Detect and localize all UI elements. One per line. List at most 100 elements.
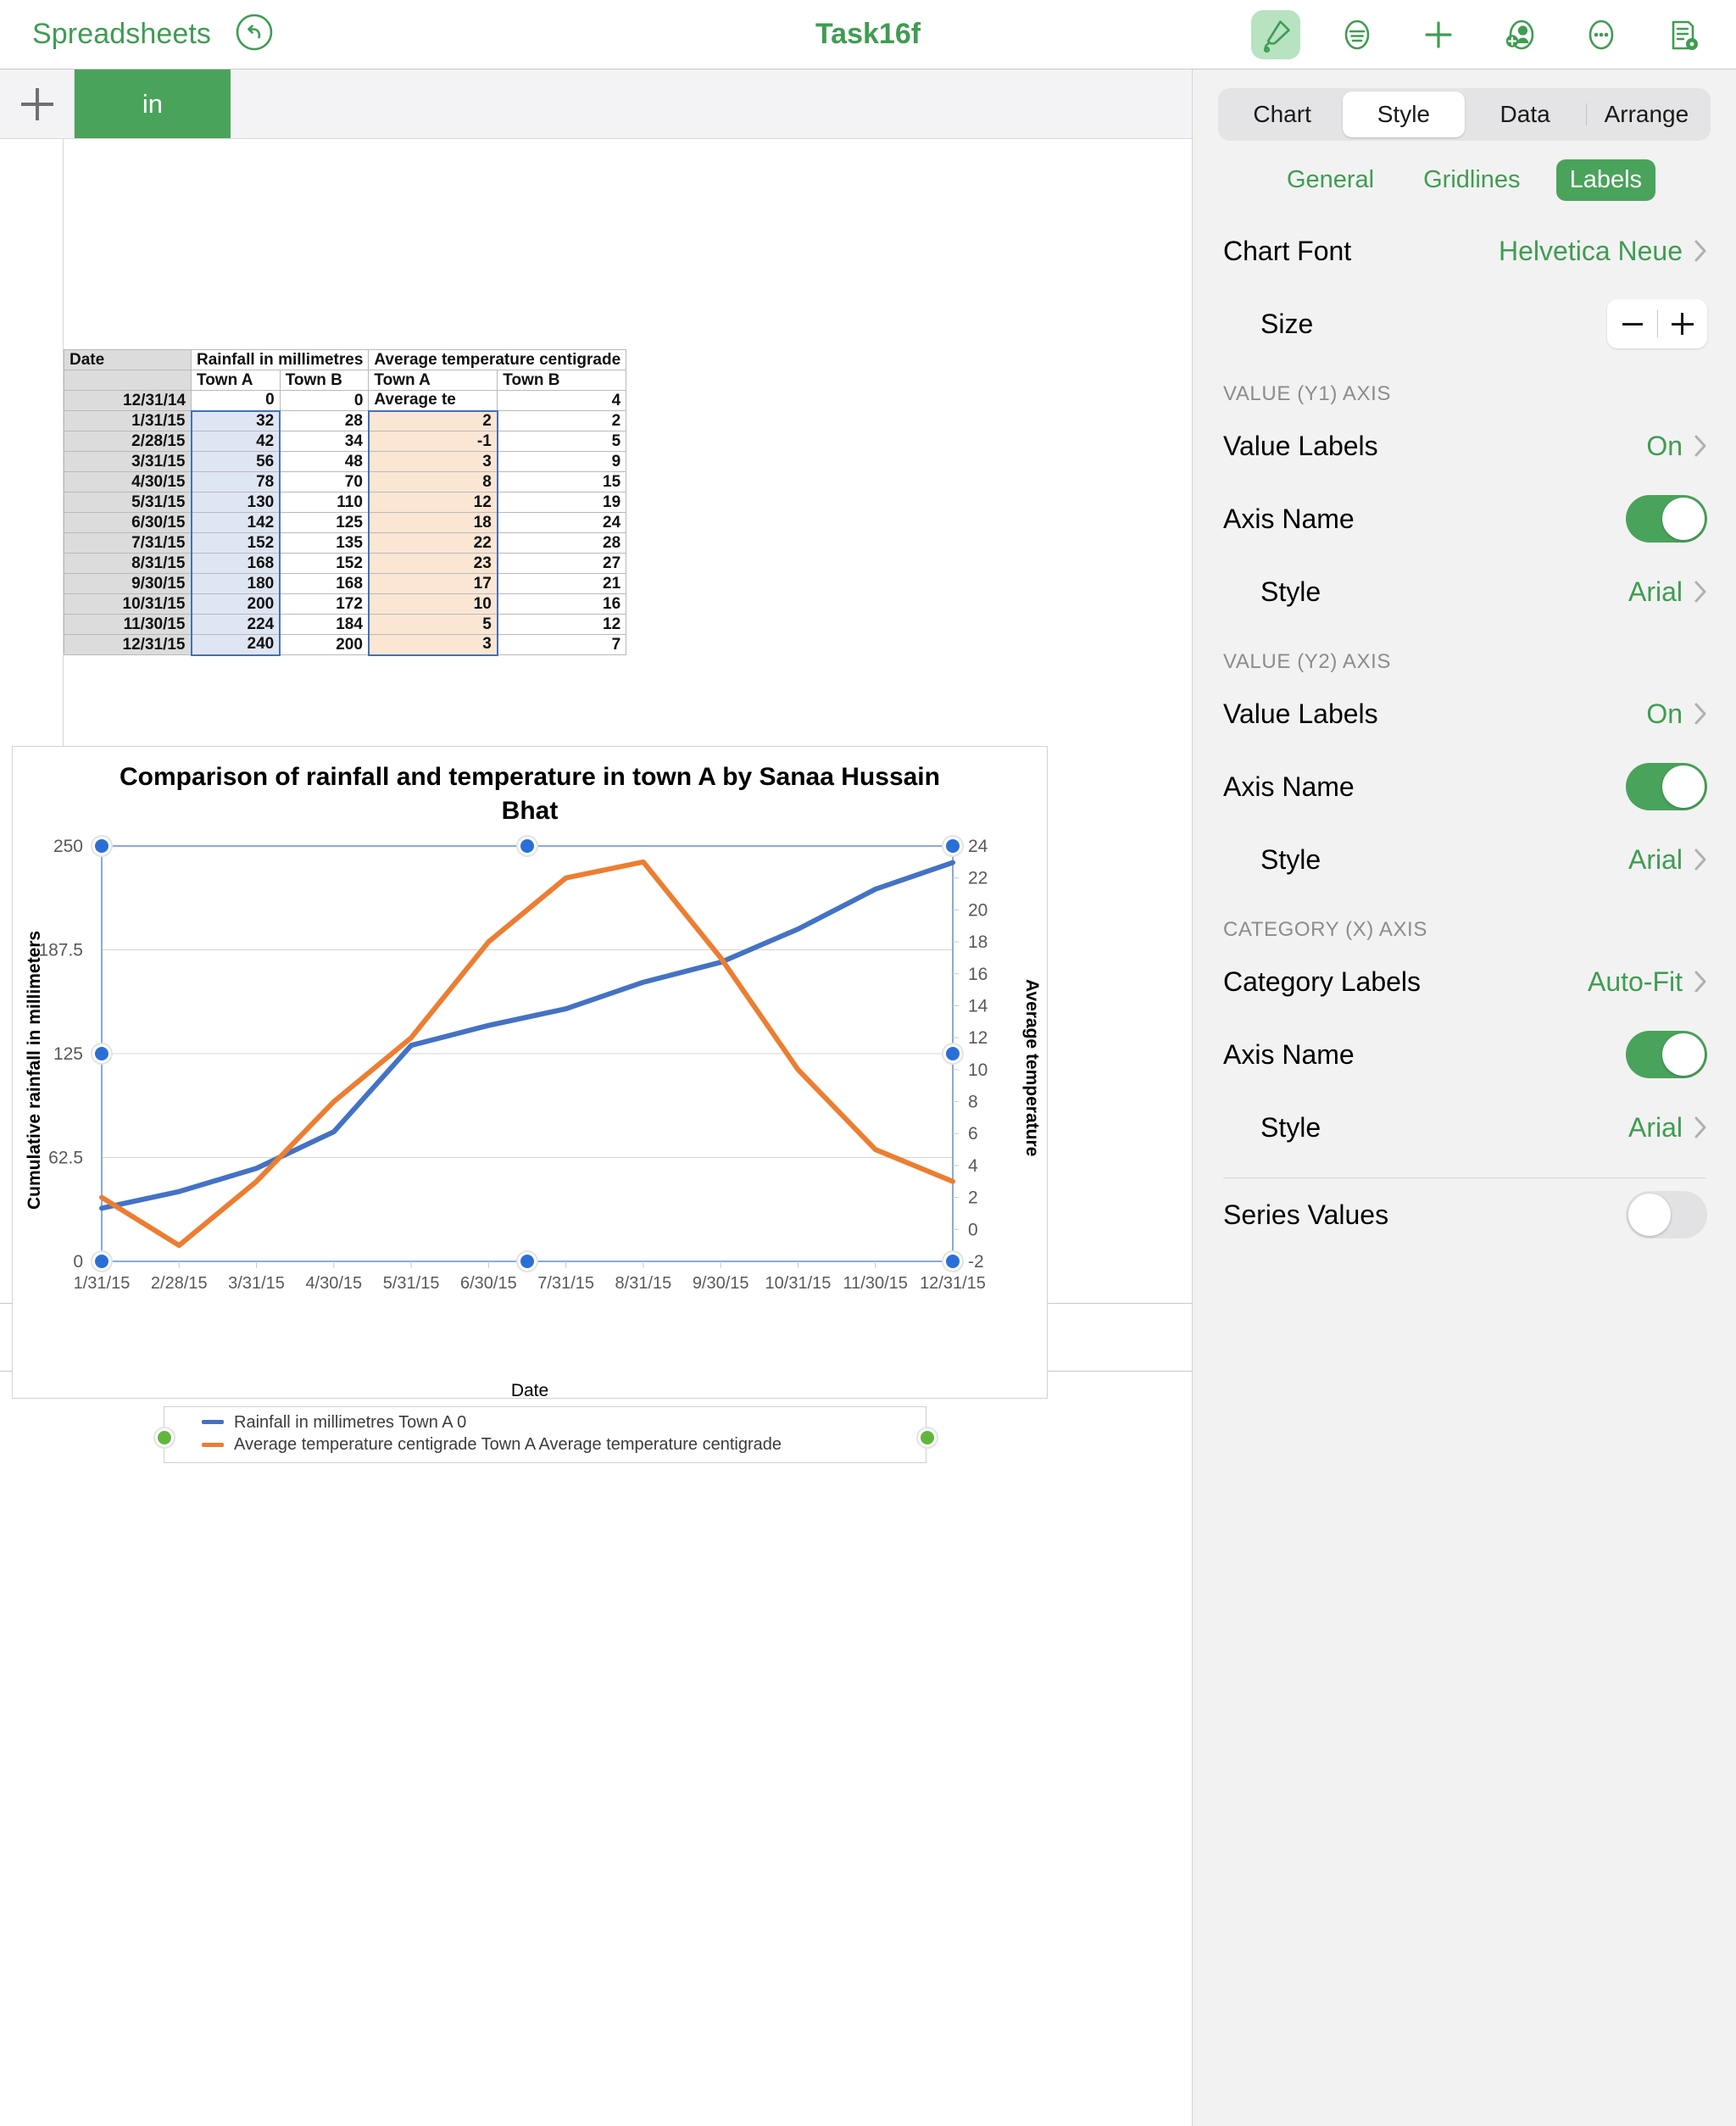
selection-handle-axis-mid-right[interactable] (942, 1042, 964, 1065)
row-y2-value-labels[interactable]: Value Labels On (1193, 677, 1736, 750)
table-row[interactable]: 12/31/15 240 200 3 7 (64, 634, 627, 656)
cell-rain-b[interactable]: 48 (279, 451, 370, 472)
cell-rain-b[interactable]: 135 (279, 532, 370, 554)
series-values-toggle[interactable] (1626, 1191, 1707, 1238)
cell-temp-b[interactable]: 24 (497, 512, 627, 533)
cell-rain-b[interactable]: 184 (279, 614, 370, 635)
cell-date[interactable]: 11/30/15 (64, 614, 192, 635)
subtab-labels[interactable]: Labels (1555, 159, 1656, 201)
document-options-icon[interactable] (1658, 10, 1707, 59)
selection-handle-axis-bottom[interactable] (91, 1249, 113, 1272)
subtab-general[interactable]: General (1273, 159, 1388, 201)
subtab-gridlines[interactable]: Gridlines (1410, 159, 1533, 201)
cell-rain-b[interactable]: 34 (279, 431, 370, 452)
cell-temp-b[interactable]: 4 (497, 390, 627, 411)
cell-temp-b[interactable]: 5 (497, 431, 627, 452)
undo-icon[interactable] (235, 13, 274, 56)
row-category-labels[interactable]: Category Labels Auto-Fit (1193, 945, 1736, 1018)
cell-rain-b[interactable]: 172 (279, 593, 370, 615)
insert-paragraph-icon[interactable] (1333, 10, 1382, 59)
cell-temp-b[interactable]: 12 (497, 614, 627, 635)
table-row[interactable]: 6/30/15 142 125 18 24 (64, 512, 627, 533)
cell-rain-b[interactable]: 200 (279, 634, 370, 655)
cell-rain-a[interactable]: 142 (190, 512, 281, 533)
back-to-spreadsheets-button[interactable]: Spreadsheets (32, 18, 211, 51)
tab-chart[interactable]: Chart (1221, 92, 1343, 137)
cell-temp-a[interactable]: 17 (367, 573, 498, 594)
cell-date[interactable]: 10/31/15 (64, 593, 192, 615)
cell-temp-a[interactable]: 8 (367, 471, 498, 493)
cell-date[interactable]: 6/30/15 (64, 512, 192, 533)
add-sheet-button[interactable] (0, 70, 75, 138)
selection-handle-axis-bottom-center[interactable] (516, 1249, 538, 1272)
cell-rain-a[interactable]: 180 (190, 573, 281, 594)
add-icon[interactable] (1414, 10, 1463, 59)
cell-rain-a[interactable]: 152 (190, 532, 281, 554)
collaborate-add-person-icon[interactable] (1495, 10, 1544, 59)
cell-rain-b[interactable]: 70 (279, 471, 370, 493)
table-row[interactable]: 5/31/15 130 110 12 19 (64, 492, 627, 513)
cell-temp-b[interactable]: 9 (497, 451, 627, 472)
table-row[interactable]: 12/31/14 0 0 Average te 4 (64, 390, 627, 411)
cell-temp-a[interactable]: -1 (367, 431, 498, 452)
legend-handle-left[interactable] (153, 1426, 175, 1449)
cell-rain-a[interactable]: 42 (190, 431, 281, 452)
row-y2-style[interactable]: Style Arial (1193, 823, 1736, 896)
row-x-style[interactable]: Style Arial (1193, 1091, 1736, 1164)
cell-temp-b[interactable]: 21 (497, 573, 627, 594)
row-y1-style[interactable]: Style Arial (1193, 555, 1736, 628)
tab-style[interactable]: Style (1343, 92, 1465, 137)
tab-arrange[interactable]: Arrange (1585, 92, 1707, 137)
cell-temp-b[interactable]: 15 (497, 471, 627, 493)
table-row[interactable]: 3/31/15 56 48 3 9 (64, 451, 627, 472)
selection-handle-axis-bottom-right[interactable] (942, 1249, 964, 1272)
cell-date[interactable]: 7/31/15 (64, 532, 192, 554)
cell-rain-a[interactable]: 78 (190, 471, 281, 493)
table-row[interactable]: 10/31/15 200 172 10 16 (64, 593, 627, 615)
x-axis-name-toggle[interactable] (1626, 1031, 1707, 1078)
cell-date[interactable]: 12/31/14 (64, 390, 192, 411)
cell-temp-a[interactable]: 3 (367, 634, 498, 656)
selection-handle-axis-mid[interactable] (91, 1042, 113, 1065)
cell-temp-a[interactable]: Average te (368, 390, 498, 411)
chart-object[interactable]: Comparison of rainfall and temperature i… (12, 746, 1048, 1463)
cell-temp-b[interactable]: 2 (497, 410, 627, 431)
cell-rain-a[interactable]: 224 (190, 614, 281, 635)
table-row[interactable]: 11/30/15 224 184 5 12 (64, 614, 627, 635)
cell-date[interactable]: 3/31/15 (64, 451, 192, 472)
sheet-tab-in[interactable]: in (75, 70, 231, 138)
selection-handle-axis-top[interactable] (91, 834, 113, 857)
table-row[interactable]: 7/31/15 152 135 22 28 (64, 532, 627, 554)
row-chart-font[interactable]: Chart Font Helvetica Neue (1193, 214, 1736, 287)
cell-temp-a[interactable]: 23 (367, 553, 498, 574)
cell-temp-b[interactable]: 19 (497, 492, 627, 513)
cell-temp-a[interactable]: 22 (367, 532, 498, 554)
cell-rain-b[interactable]: 28 (279, 410, 370, 431)
cell-rain-a[interactable]: 240 (190, 634, 281, 656)
row-y1-value-labels[interactable]: Value Labels On (1193, 409, 1736, 482)
cell-rain-b[interactable]: 168 (279, 573, 370, 594)
cell-rain-b[interactable]: 0 (279, 390, 370, 411)
cell-temp-a[interactable]: 2 (367, 409, 498, 431)
cell-temp-b[interactable]: 27 (497, 553, 627, 574)
cell-date[interactable]: 4/30/15 (64, 471, 192, 493)
tab-data[interactable]: Data (1465, 92, 1586, 137)
more-options-icon[interactable] (1577, 10, 1626, 59)
font-size-decrease-button[interactable] (1607, 299, 1657, 348)
cell-temp-a[interactable]: 3 (367, 451, 498, 472)
cell-temp-a[interactable]: 18 (367, 512, 498, 533)
cell-date[interactable]: 1/31/15 (64, 410, 192, 431)
cell-temp-a[interactable]: 10 (367, 593, 498, 615)
cell-rain-a[interactable]: 130 (190, 492, 281, 513)
cell-rain-a[interactable]: 32 (190, 409, 281, 431)
cell-rain-b[interactable]: 110 (279, 492, 370, 513)
y2-axis-name-toggle[interactable] (1626, 763, 1707, 810)
cell-rain-a[interactable]: 0 (191, 390, 281, 411)
cell-date[interactable]: 12/31/15 (64, 634, 192, 655)
selection-handle-axis-top-center[interactable] (516, 834, 538, 857)
font-size-increase-button[interactable] (1657, 299, 1707, 348)
cell-temp-b[interactable]: 7 (497, 634, 627, 655)
cell-date[interactable]: 2/28/15 (64, 431, 192, 452)
table-row[interactable]: 8/31/15 168 152 23 27 (64, 553, 627, 574)
cell-temp-b[interactable]: 28 (497, 532, 627, 554)
